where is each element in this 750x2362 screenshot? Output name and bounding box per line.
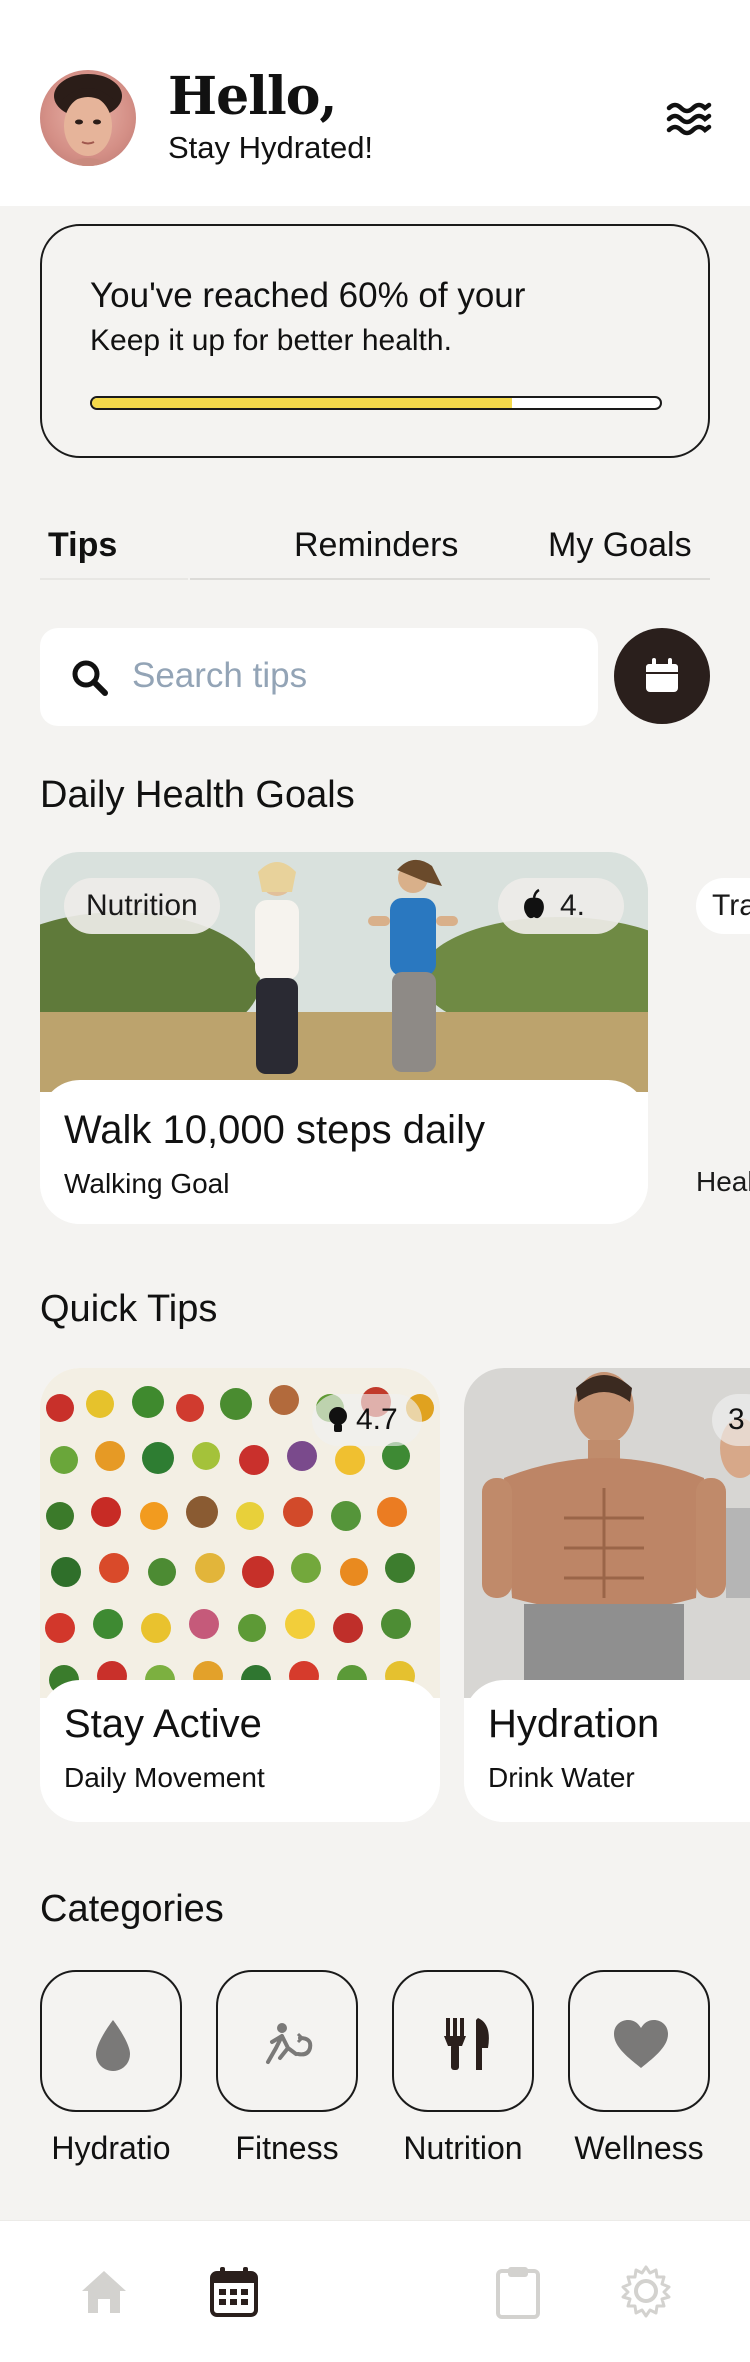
daily-goals-title: Daily Health Goals	[40, 774, 355, 816]
clipboard-icon	[496, 2267, 540, 2319]
category-label: Nutrition	[403, 2130, 523, 2166]
goal-subtitle: Walking Goal	[64, 1168, 230, 1199]
tab-divider	[190, 578, 710, 580]
nav-settings[interactable]	[618, 2263, 674, 2319]
tab-reminders[interactable]: Reminders	[294, 526, 458, 565]
tab-tips[interactable]: Tips	[48, 526, 117, 565]
tip-card-body: Hydration Drink Water	[464, 1680, 750, 1822]
tip-subtitle: Drink Water	[488, 1762, 635, 1793]
search-input[interactable]	[132, 646, 572, 706]
tip-card[interactable]: 3 Hydration Drink Water	[464, 1368, 750, 1822]
bottom-navigation	[0, 2220, 750, 2362]
droplet-icon	[96, 2020, 130, 2071]
category-label: Fitness	[235, 2130, 339, 2166]
category-label: Hydratio	[51, 2130, 171, 2166]
nav-calendar[interactable]	[206, 2263, 262, 2319]
goal-rating-value: 4.	[560, 889, 586, 922]
goal-card-body: Walk 10,000 steps daily Walking Goal	[40, 1080, 648, 1224]
goal-rating-badge: 4.	[498, 878, 624, 934]
progress-bar	[90, 396, 662, 410]
hydration-progress-card: You've reached 60% of your Keep it up fo…	[40, 224, 710, 458]
category-nutrition[interactable]: Nutrition	[392, 1970, 534, 2167]
category-tile[interactable]	[568, 1970, 710, 2112]
wave-menu-icon[interactable]	[666, 100, 712, 136]
greeting-title: Hello,	[168, 66, 338, 127]
category-wellness[interactable]: Wellness	[568, 1970, 710, 2167]
calendar-icon	[646, 658, 678, 692]
category-tile[interactable]	[216, 1970, 358, 2112]
tip-photo: 3	[464, 1368, 750, 1698]
home-icon	[82, 2271, 126, 2313]
category-fitness[interactable]: Fitness	[216, 1970, 358, 2167]
goal-category-badge: Nutrition	[64, 878, 220, 934]
progress-subtitle: Keep it up for better health.	[90, 324, 452, 357]
goal-title: Walk 10,000 steps daily	[64, 1108, 485, 1152]
category-hydration[interactable]: Hydratio	[40, 1970, 182, 2167]
nav-home[interactable]	[76, 2263, 132, 2319]
category-tile[interactable]	[392, 1970, 534, 2112]
progress-bar-fill	[92, 398, 513, 408]
goal-card-next[interactable]: Tra Heal	[672, 852, 750, 1224]
progress-title: You've reached 60% of your	[90, 276, 526, 315]
category-label: Wellness	[574, 2130, 704, 2166]
quick-tips-title: Quick Tips	[40, 1288, 218, 1330]
apple-icon	[520, 878, 548, 953]
tip-subtitle: Daily Movement	[64, 1762, 265, 1793]
category-tile[interactable]	[40, 1970, 182, 2112]
tip-rating-badge: 4.7	[312, 1394, 422, 1446]
goal-category-badge: Tra	[696, 878, 750, 934]
calendar-button[interactable]	[614, 628, 710, 724]
goal-subtitle: Heal	[696, 1166, 750, 1197]
avatar[interactable]	[40, 70, 136, 166]
tip-photo: 4.7	[40, 1368, 440, 1698]
categories-title: Categories	[40, 1888, 224, 1930]
utensils-icon	[444, 2018, 489, 2070]
tab-bar: Tips Reminders My Goals	[40, 516, 710, 580]
gear-icon	[621, 2265, 671, 2318]
tip-title: Stay Active	[64, 1702, 262, 1746]
tip-card[interactable]: 4.7 Stay Active Daily Movement	[40, 1368, 440, 1822]
goal-card[interactable]: Nutrition 4. Walk 10,000 steps daily Wal…	[40, 852, 648, 1224]
tab-active-indicator	[40, 578, 188, 580]
greeting-subtitle: Stay Hydrated!	[168, 130, 374, 165]
app-header: Hello, Stay Hydrated!	[0, 0, 750, 206]
nav-clipboard[interactable]	[490, 2263, 546, 2319]
running-icon	[266, 2023, 313, 2064]
lightbulb-icon	[326, 1394, 350, 1463]
tip-rating-value: 3	[728, 1403, 745, 1436]
tip-title: Hydration	[488, 1702, 660, 1746]
search-icon	[70, 658, 110, 698]
search-bar	[40, 628, 598, 726]
tab-my-goals[interactable]: My Goals	[548, 526, 692, 565]
goal-photo: Nutrition 4.	[40, 852, 648, 1092]
tip-card-body: Stay Active Daily Movement	[40, 1680, 440, 1822]
calendar-icon	[210, 2267, 258, 2317]
tip-rating-value: 4.7	[356, 1403, 398, 1436]
heart-icon	[614, 2020, 668, 2068]
